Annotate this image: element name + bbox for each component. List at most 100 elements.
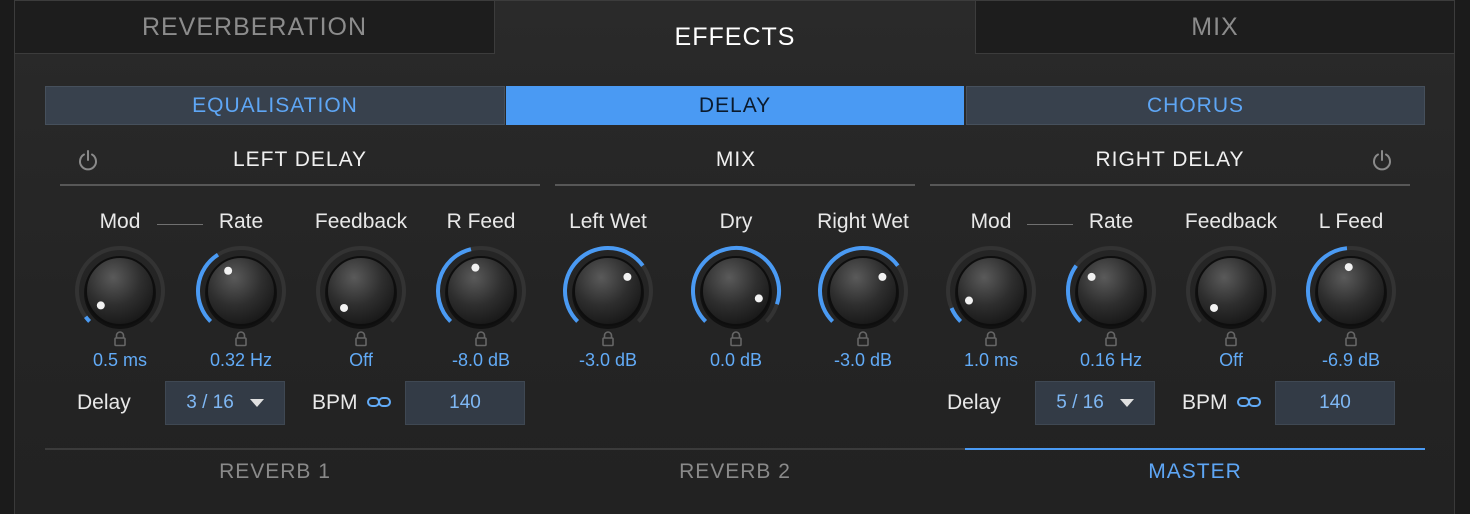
left-feedback-cap (326, 256, 396, 326)
lock-icon[interactable] (1224, 331, 1238, 347)
left-feedback-value: Off (349, 350, 373, 370)
left-mod-value-arc (84, 315, 92, 323)
left-wet-indicator (623, 272, 632, 281)
right-wet-knob[interactable] (815, 243, 911, 339)
left-bpm-label: BPM (312, 391, 358, 414)
master-tab-underline (965, 448, 1425, 450)
reverb1-tab-underline (45, 448, 505, 450)
left-mod-value: 0.5 ms (92, 350, 148, 370)
right-wet-label: Right Wet (817, 210, 909, 233)
dry-value: 0.0 dB (709, 350, 763, 370)
tab-reverberation[interactable]: REVERBERATION (14, 0, 495, 54)
left-mod-knob[interactable] (72, 243, 168, 339)
right-delay-label: Delay (947, 391, 1001, 414)
r-feed-value: -8.0 dB (451, 350, 511, 370)
left-feedback-knob[interactable] (313, 243, 409, 339)
lock-icon[interactable] (1344, 331, 1358, 347)
right-mod-knob[interactable] (943, 243, 1039, 339)
right-delay-power-icon[interactable] (1371, 149, 1393, 171)
subtab-delay[interactable]: DELAY (506, 86, 964, 125)
dry-label: Dry (719, 210, 753, 233)
left-wet-knob[interactable] (560, 243, 656, 339)
left-bpm-field[interactable]: 140 (405, 381, 525, 425)
tab-master[interactable]: MASTER (965, 460, 1425, 490)
lock-icon[interactable] (474, 331, 488, 347)
left-rate-cap (206, 256, 276, 326)
lock-icon[interactable] (354, 331, 368, 347)
right-wet-indicator (878, 272, 887, 281)
subtab-chorus[interactable]: CHORUS (966, 86, 1425, 125)
r-feed-label: R Feed (446, 210, 516, 233)
tab-mix[interactable]: MIX (975, 0, 1455, 54)
right-bpm-link-icon[interactable] (1236, 393, 1262, 411)
left-mod-cap (85, 256, 155, 326)
left-rate-indicator (224, 266, 233, 275)
left-delay-power-icon[interactable] (77, 149, 99, 171)
right-wet-value: -3.0 dB (833, 350, 893, 370)
r-feed-knob[interactable] (433, 243, 529, 339)
left-feedback-indicator (340, 303, 349, 312)
dry-indicator (754, 294, 763, 303)
lock-icon[interactable] (729, 331, 743, 347)
right-delay-division-dropdown[interactable]: 5 / 16 (1035, 381, 1155, 425)
left-mod-label: Mod (99, 210, 141, 233)
mix-title: MIX (715, 148, 757, 171)
left-delay-division-value: 3 / 16 (186, 392, 234, 413)
right-rate-knob[interactable] (1063, 243, 1159, 339)
chevron-down-icon (249, 399, 264, 407)
tab-reverb-1[interactable]: REVERB 1 (45, 460, 505, 490)
left-rate-label: Rate (218, 210, 264, 233)
right-mod-label: Mod (970, 210, 1012, 233)
right-mod-cap (956, 256, 1026, 326)
right-delay-division-value: 5 / 16 (1056, 392, 1104, 413)
left-bpm-link-icon[interactable] (366, 393, 392, 411)
lock-icon[interactable] (234, 331, 248, 347)
l-feed-indicator (1344, 263, 1353, 272)
right-bpm-field[interactable]: 140 (1275, 381, 1395, 425)
right-rate-label: Rate (1088, 210, 1134, 233)
left-rate-knob[interactable] (193, 243, 289, 339)
right-rate-cap (1076, 256, 1146, 326)
lock-icon[interactable] (856, 331, 870, 347)
right-delay-divider (930, 184, 1410, 186)
left-delay-label: Delay (77, 391, 131, 414)
tab-reverb-2[interactable]: REVERB 2 (505, 460, 965, 490)
left-delay-title: LEFT DELAY (232, 148, 368, 171)
right-rate-value: 0.16 Hz (1079, 350, 1143, 370)
l-feed-knob[interactable] (1303, 243, 1399, 339)
lock-icon[interactable] (113, 331, 127, 347)
right-feedback-indicator (1210, 303, 1219, 312)
l-feed-value: -6.9 dB (1321, 350, 1381, 370)
r-feed-indicator (471, 263, 480, 272)
left-rate-value: 0.32 Hz (209, 350, 273, 370)
subtab-equalisation[interactable]: EQUALISATION (45, 86, 505, 125)
right-feedback-knob[interactable] (1183, 243, 1279, 339)
dry-knob[interactable] (688, 243, 784, 339)
left-delay-divider (60, 184, 540, 186)
chevron-down-icon (1119, 399, 1134, 407)
lock-icon[interactable] (1104, 331, 1118, 347)
right-feedback-value: Off (1219, 350, 1243, 370)
l-feed-label: L Feed (1318, 210, 1384, 233)
mix-divider (555, 184, 915, 186)
lock-icon[interactable] (601, 331, 615, 347)
left-wet-value: -3.0 dB (578, 350, 638, 370)
left-delay-division-dropdown[interactable]: 3 / 16 (165, 381, 285, 425)
right-feedback-cap (1196, 256, 1266, 326)
right-bpm-label: BPM (1182, 391, 1228, 414)
right-feedback-label: Feedback (1184, 210, 1278, 233)
reverb2-tab-underline (505, 448, 965, 450)
left-mod-indicator (96, 301, 105, 310)
right-delay-title: RIGHT DELAY (1095, 148, 1245, 171)
left-feedback-label: Feedback (314, 210, 408, 233)
right-mod-indicator (964, 296, 973, 305)
right-wet-cap (828, 256, 898, 326)
left-wet-cap (573, 256, 643, 326)
tab-effects[interactable]: EFFECTS (495, 0, 975, 72)
dry-cap (701, 256, 771, 326)
r-feed-cap (446, 256, 516, 326)
left-wet-label: Left Wet (569, 210, 647, 233)
right-rate-indicator (1087, 272, 1096, 281)
right-mod-value: 1.0 ms (963, 350, 1019, 370)
lock-icon[interactable] (984, 331, 998, 347)
